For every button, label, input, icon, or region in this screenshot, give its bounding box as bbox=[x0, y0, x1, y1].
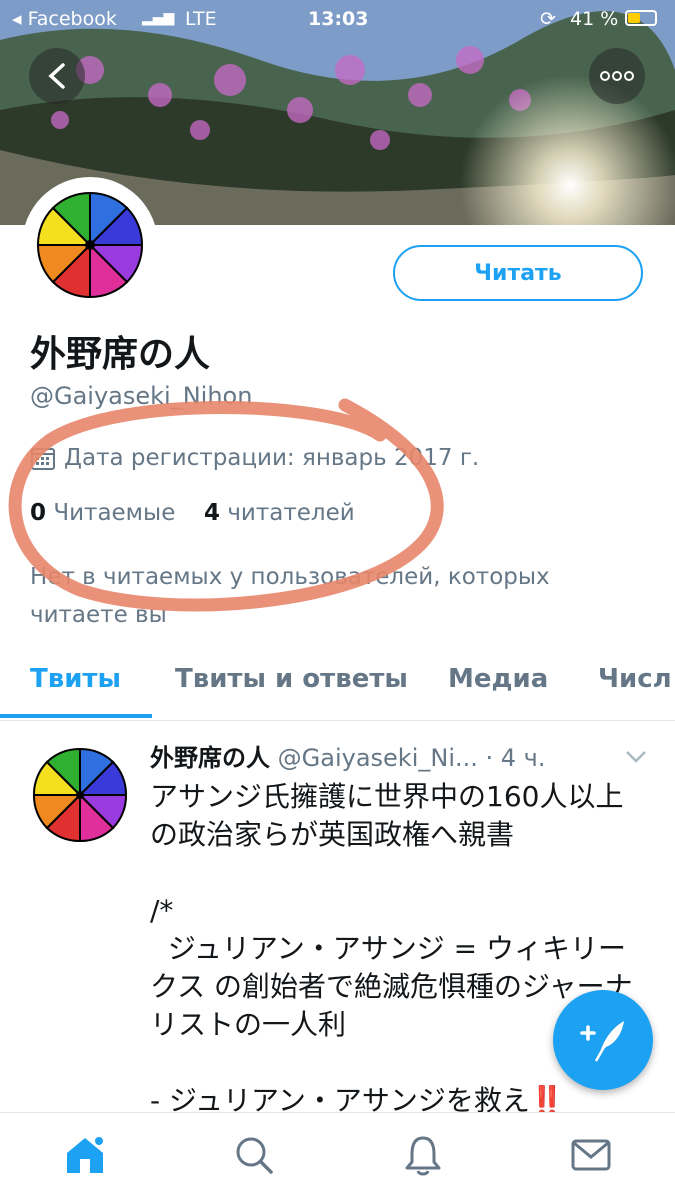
nav-messages[interactable] bbox=[567, 1131, 615, 1179]
status-bar: ◂ Facebook ▂▄▆ LTE 13:03 ⟳ 41 % bbox=[0, 0, 675, 38]
more-button[interactable] bbox=[589, 48, 645, 104]
status-battery: 41 % bbox=[570, 8, 619, 30]
tweet-time: · 4 ч. bbox=[485, 744, 546, 772]
mail-icon bbox=[571, 1139, 611, 1171]
orientation-lock-icon: ⟳ bbox=[540, 8, 556, 30]
more-dots-icon bbox=[600, 71, 634, 81]
home-icon bbox=[67, 1135, 105, 1173]
back-arrow-icon bbox=[48, 63, 65, 89]
bell-icon bbox=[405, 1136, 441, 1176]
tab-tweets[interactable]: Твиты bbox=[30, 664, 121, 694]
tweet-author-name[interactable]: 外野席の人 bbox=[150, 744, 270, 772]
nav-search[interactable] bbox=[230, 1131, 278, 1179]
profile-name: 外野席の人 bbox=[30, 334, 211, 375]
pinwheel-avatar-image bbox=[32, 747, 128, 843]
annotation-circle bbox=[8, 398, 444, 612]
back-button[interactable] bbox=[29, 48, 85, 104]
nav-notifications[interactable] bbox=[399, 1131, 447, 1179]
tweet-avatar[interactable] bbox=[30, 745, 130, 845]
nav-home[interactable] bbox=[61, 1131, 109, 1179]
signal-icon: ▂▄▆ bbox=[142, 10, 175, 26]
compose-button[interactable] bbox=[553, 990, 653, 1090]
follow-button[interactable]: Читать bbox=[393, 245, 643, 301]
chevron-down-icon bbox=[626, 751, 646, 763]
pinwheel-avatar-image bbox=[36, 191, 144, 299]
status-back-app[interactable]: ◂ Facebook bbox=[12, 8, 117, 30]
tweet-menu[interactable] bbox=[625, 745, 647, 770]
status-network: LTE bbox=[185, 8, 217, 30]
active-tab-indicator bbox=[0, 714, 152, 718]
battery-icon bbox=[625, 10, 657, 26]
tweet-header: 外野席の人 @Gaiyaseki_Ni... · 4 ч. bbox=[150, 738, 545, 773]
tweet-author-handle[interactable]: @Gaiyaseki_Ni... bbox=[278, 744, 478, 772]
tab-tweets-replies[interactable]: Твиты и ответы bbox=[175, 664, 408, 694]
profile-avatar[interactable] bbox=[22, 177, 158, 313]
bottom-navigation bbox=[0, 1112, 675, 1201]
profile-tabs: Твиты Твиты и ответы Медиа Числ bbox=[0, 650, 675, 721]
search-icon bbox=[236, 1137, 273, 1174]
compose-feather-icon bbox=[580, 1021, 624, 1062]
tab-media[interactable]: Медиа bbox=[448, 664, 548, 694]
status-time: 13:03 bbox=[308, 8, 369, 30]
tab-likes[interactable]: Числ bbox=[598, 664, 672, 694]
